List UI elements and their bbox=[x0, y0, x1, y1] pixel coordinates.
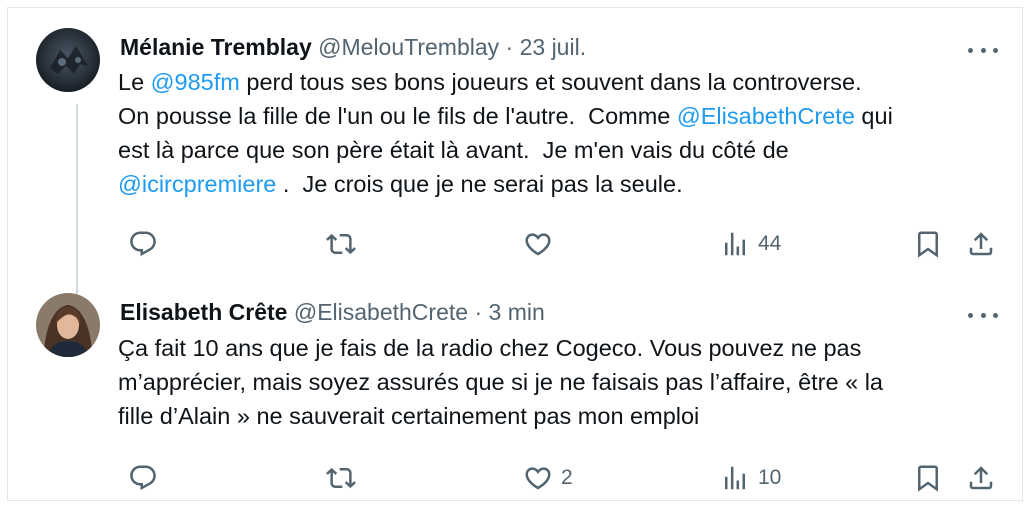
repost-icon bbox=[326, 467, 356, 489]
like-count: 2 bbox=[561, 466, 573, 489]
share-button[interactable] bbox=[966, 227, 996, 261]
author-name[interactable]: Mélanie Tremblay bbox=[120, 34, 312, 60]
more-icon[interactable] bbox=[968, 38, 998, 62]
tweet-text-line: est là parce que son père était là avant… bbox=[118, 133, 893, 167]
avatar-image-dark-icon bbox=[36, 28, 100, 92]
tweet-header: Mélanie Tremblay @MelouTremblay · 23 jui… bbox=[120, 32, 586, 62]
separator: · bbox=[474, 299, 483, 325]
timestamp[interactable]: 3 min bbox=[489, 299, 545, 325]
repost-icon bbox=[326, 233, 356, 255]
reply-icon bbox=[130, 465, 156, 491]
mention-link[interactable]: @icircpremiere bbox=[118, 171, 276, 197]
share-icon bbox=[969, 466, 993, 490]
timestamp[interactable]: 23 juil. bbox=[520, 34, 586, 60]
text-segment: fille d’Alain » ne sauverait certainemen… bbox=[118, 403, 700, 429]
bookmark-icon bbox=[918, 465, 938, 492]
tweet-text-line: Le @985fm perd tous ses bons joueurs et … bbox=[118, 65, 893, 99]
like-icon bbox=[525, 233, 551, 256]
view-count: 44 bbox=[758, 232, 782, 255]
repost-button[interactable] bbox=[326, 227, 364, 261]
tweet-actions: 44 bbox=[8, 227, 1024, 261]
text-segment: Ça fait 10 ans que je fais de la radio c… bbox=[118, 335, 862, 361]
avatar-image-portrait-icon bbox=[36, 293, 100, 357]
tweet-text-line: On pousse la fille de l'un ou le fils de… bbox=[118, 99, 893, 133]
repost-button[interactable] bbox=[326, 461, 364, 495]
like-button[interactable]: 2 bbox=[523, 461, 573, 495]
tweet-text: Ça fait 10 ans que je fais de la radio c… bbox=[118, 331, 883, 433]
author-handle[interactable]: @MelouTremblay bbox=[318, 34, 499, 60]
text-segment: On pousse la fille de l'un ou le fils de… bbox=[118, 103, 677, 129]
reply-button[interactable] bbox=[128, 227, 166, 261]
avatar[interactable] bbox=[36, 293, 100, 357]
views-button[interactable]: 10 bbox=[720, 461, 781, 495]
text-segment: . Je crois que je ne serai pas la seule. bbox=[276, 171, 683, 197]
view-count: 10 bbox=[758, 466, 782, 489]
author-name[interactable]: Elisabeth Crête bbox=[120, 299, 287, 325]
share-button[interactable] bbox=[966, 461, 996, 495]
like-icon bbox=[525, 467, 551, 490]
text-segment: perd tous ses bons joueurs et souvent da… bbox=[239, 69, 862, 95]
tweet-text: Le @985fm perd tous ses bons joueurs et … bbox=[118, 65, 893, 201]
author-handle[interactable]: @ElisabethCrete bbox=[294, 299, 468, 325]
reply-button[interactable] bbox=[128, 461, 166, 495]
tweet-1[interactable]: Mélanie Tremblay @MelouTremblay · 23 jui… bbox=[8, 28, 1024, 278]
more-icon[interactable] bbox=[968, 303, 998, 327]
bookmark-button[interactable] bbox=[913, 461, 943, 495]
tweet-header: Elisabeth Crête @ElisabethCrete · 3 min bbox=[120, 297, 545, 327]
like-button[interactable] bbox=[523, 227, 561, 261]
text-segment: est là parce que son père était là avant… bbox=[118, 137, 789, 163]
tweet-text-line: Ça fait 10 ans que je fais de la radio c… bbox=[118, 331, 883, 365]
views-icon bbox=[725, 232, 745, 256]
tweet-actions: 2 10 bbox=[8, 461, 1024, 495]
views-icon bbox=[725, 466, 745, 490]
reply-icon bbox=[130, 231, 156, 257]
mention-link[interactable]: @985fm bbox=[151, 69, 240, 95]
tweet-text-line: fille d’Alain » ne sauverait certainemen… bbox=[118, 399, 883, 433]
bookmark-button[interactable] bbox=[913, 227, 943, 261]
tweet-text-line: @icircpremiere . Je crois que je ne sera… bbox=[118, 167, 893, 201]
tweet-thread: Mélanie Tremblay @MelouTremblay · 23 jui… bbox=[7, 7, 1023, 501]
text-segment: Le bbox=[118, 69, 151, 95]
separator: · bbox=[505, 34, 514, 60]
mention-link[interactable]: @ElisabethCrete bbox=[677, 103, 855, 129]
text-segment: m’apprécier, mais soyez assurés que si j… bbox=[118, 369, 883, 395]
tweet-text-line: m’apprécier, mais soyez assurés que si j… bbox=[118, 365, 883, 399]
views-button[interactable]: 44 bbox=[720, 227, 781, 261]
bookmark-icon bbox=[918, 231, 938, 258]
share-icon bbox=[969, 232, 993, 256]
tweet-2[interactable]: Elisabeth Crête @ElisabethCrete · 3 min … bbox=[8, 293, 1024, 498]
avatar[interactable] bbox=[36, 28, 100, 92]
text-segment: qui bbox=[854, 103, 893, 129]
